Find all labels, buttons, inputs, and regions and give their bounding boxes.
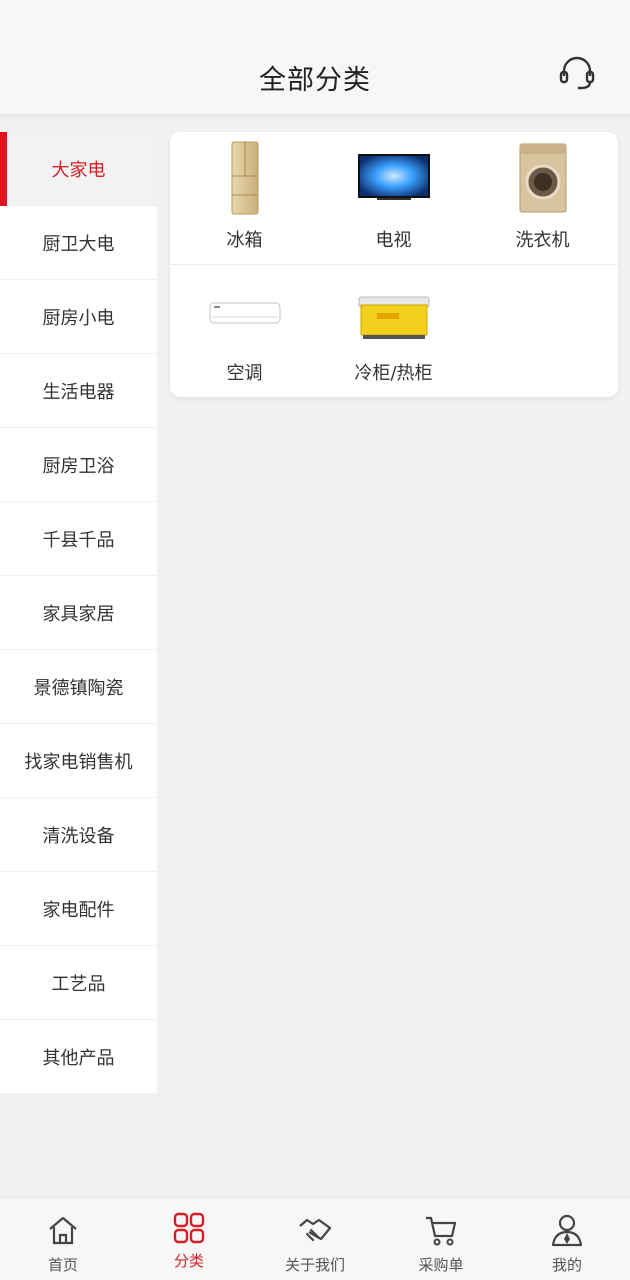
category-label: 空调 [226,363,263,384]
tab-label: 关于我们 [284,1256,345,1274]
sidebar-item-label: 大家电 [51,159,106,181]
freezer-image [358,296,430,339]
page-title: 全部分类 [259,65,371,96]
sidebar-item-crafts[interactable]: 工艺品 [0,946,157,1020]
category-sidebar: 大家电 厨卫大电 厨房小电 生活电器 厨房卫浴 千县千品 家具家居 景德镇陶瓷 … [0,132,157,1094]
tab-purchase-order[interactable]: 采购单 [378,1198,504,1280]
sidebar-item-label: 厨房小电 [42,307,115,329]
home-icon [49,1216,77,1245]
sidebar-item-label: 工艺品 [51,973,106,995]
category-label: 冰箱 [226,230,263,251]
subcategory-panel: 冰箱 电视 洗衣机 空调 冷柜/热柜 [170,132,618,397]
category-washing-machine[interactable]: 洗衣机 [468,132,617,264]
sidebar-item-appliance-parts[interactable]: 家电配件 [0,872,157,946]
tab-label: 首页 [47,1256,78,1274]
sidebar-item-label: 生活电器 [42,381,115,403]
category-air-conditioner[interactable]: 空调 [170,265,319,397]
handshake-icon [299,1218,332,1242]
sidebar-item-other-products[interactable]: 其他产品 [0,1020,157,1094]
tab-about-us[interactable]: 关于我们 [252,1198,378,1280]
sidebar-item-label: 找家电销售机 [24,751,133,773]
user-icon [551,1214,583,1247]
category-grid-icon [173,1212,205,1244]
sidebar-item-label: 千县千品 [42,529,115,551]
sidebar-item-label: 厨卫大电 [42,233,115,255]
sidebar-item-label: 厨房卫浴 [42,455,115,477]
sidebar-item-kitchen-bathroom[interactable]: 厨房卫浴 [0,428,157,502]
headset-icon[interactable] [556,52,598,94]
refrigerator-image [231,141,259,215]
category-refrigerator[interactable]: 冰箱 [170,132,319,264]
washing-machine-image [519,143,567,213]
tv-image [358,154,430,200]
sidebar-item-jingdezhen-ceramics[interactable]: 景德镇陶瓷 [0,650,157,724]
sidebar-item-kitchen-bath-appliances[interactable]: 厨卫大电 [0,206,157,280]
sidebar-item-label: 其他产品 [42,1047,115,1069]
category-label: 洗衣机 [515,230,570,251]
sidebar-item-label: 家电配件 [42,899,115,921]
tab-category[interactable]: 分类 [126,1198,252,1280]
category-label: 冷柜/热柜 [354,363,433,384]
air-conditioner-image [209,302,281,324]
sidebar-item-label: 家具家居 [42,603,115,625]
sidebar-item-appliance-sales[interactable]: 找家电销售机 [0,724,157,798]
tab-label: 采购单 [418,1256,464,1274]
tab-home[interactable]: 首页 [0,1198,126,1280]
sidebar-item-label: 清洗设备 [42,825,115,847]
top-header: 全部分类 [0,0,630,114]
tab-mine[interactable]: 我的 [504,1198,630,1280]
sidebar-item-county-products[interactable]: 千县千品 [0,502,157,576]
tab-label: 分类 [173,1252,204,1270]
category-freezer[interactable]: 冷柜/热柜 [319,265,468,397]
sidebar-item-furniture-home[interactable]: 家具家居 [0,576,157,650]
sidebar-item-cleaning-equipment[interactable]: 清洗设备 [0,798,157,872]
sidebar-item-small-kitchen-appliances[interactable]: 厨房小电 [0,280,157,354]
tab-label: 我的 [551,1256,582,1274]
sidebar-item-large-appliances[interactable]: 大家电 [0,132,157,206]
sidebar-item-label: 景德镇陶瓷 [33,677,124,699]
category-label: 电视 [375,230,412,251]
category-tv[interactable]: 电视 [319,132,468,264]
bottom-tab-bar: 首页 分类 关于我们 采购单 我的 [0,1197,630,1280]
cart-icon [426,1216,457,1246]
sidebar-item-living-appliances[interactable]: 生活电器 [0,354,157,428]
